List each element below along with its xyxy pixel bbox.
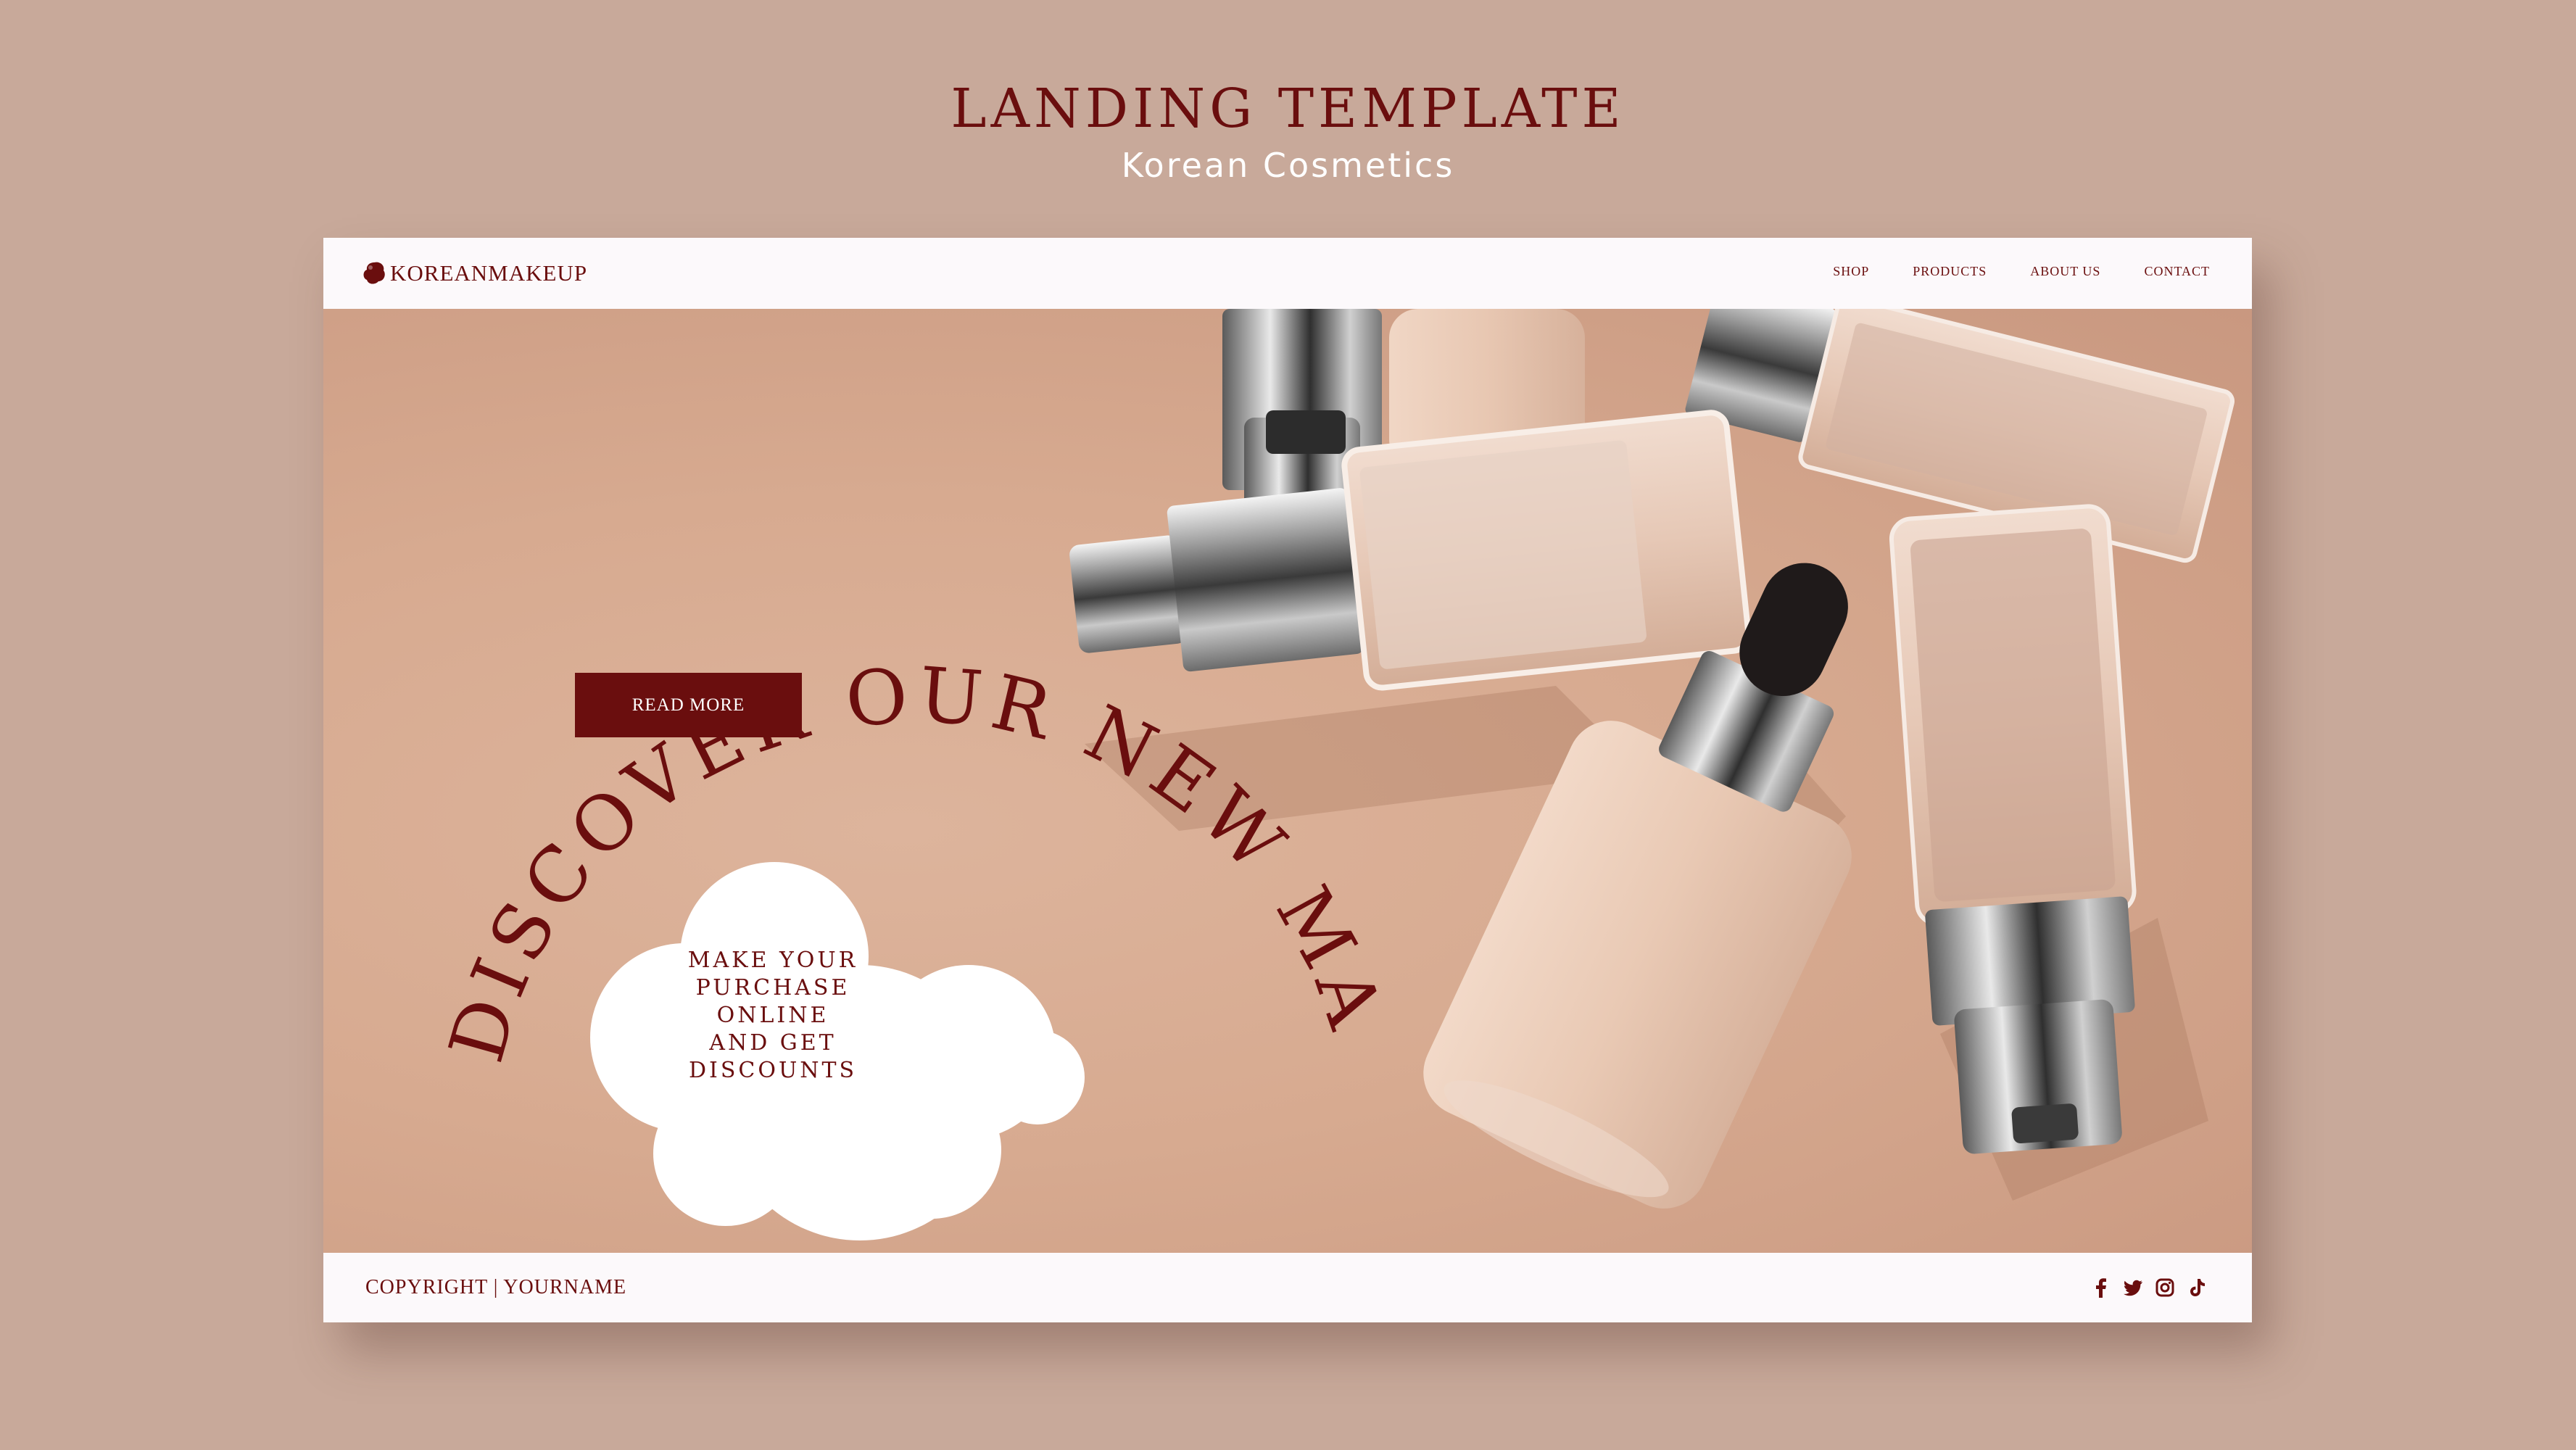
read-more-button[interactable]: READ MORE: [575, 673, 802, 737]
nav-link-products[interactable]: PRODUCTS: [1913, 264, 1987, 279]
copyright-text: COPYRIGHT | YOURNAME: [365, 1276, 627, 1298]
promo-line: AND GET: [709, 1030, 837, 1056]
instagram-icon[interactable]: [2155, 1277, 2175, 1298]
footer: COPYRIGHT | YOURNAME: [323, 1253, 2252, 1322]
nav-link-shop[interactable]: SHOP: [1833, 264, 1869, 279]
blob-logo-icon: [363, 262, 385, 284]
page-heading: LANDING TEMPLATE Korean Cosmetics: [0, 76, 2576, 185]
page-subtitle: Korean Cosmetics: [1121, 146, 1455, 185]
promo-line: DISCOUNTS: [688, 1058, 858, 1083]
page-title: LANDING TEMPLATE: [951, 78, 1625, 140]
top-navbar: KOREANMAKEUP SHOP PRODUCTS ABOUT US CONT…: [323, 238, 2252, 309]
brand-name: KOREANMAKEUP: [390, 260, 588, 286]
nav-link-about-us[interactable]: ABOUT US: [2030, 264, 2100, 279]
bottle-right-upright: [1889, 504, 2137, 1154]
brand-logo[interactable]: KOREANMAKEUP: [363, 260, 587, 286]
hero-section: DISCOVER OUR NEW MAKEUP PRODUCTS READ MO…: [323, 309, 2252, 1253]
promo-line: PURCHASE ONLINE: [695, 975, 850, 1028]
promo-text: MAKE YOUR PURCHASE ONLINE AND GET DISCOU…: [653, 947, 893, 1085]
nav-links: SHOP PRODUCTS ABOUT US CONTACT: [1833, 264, 2210, 279]
facebook-icon[interactable]: [2091, 1277, 2111, 1298]
social-links: [2091, 1277, 2207, 1298]
landing-mockup: KOREANMAKEUP SHOP PRODUCTS ABOUT US CONT…: [323, 238, 2252, 1322]
promo-line: MAKE YOUR: [687, 948, 858, 973]
twitter-icon[interactable]: [2123, 1277, 2143, 1298]
bottle-middle-pump: [1069, 410, 1752, 691]
nav-link-contact[interactable]: CONTACT: [2144, 264, 2210, 279]
tiktok-icon[interactable]: [2187, 1277, 2207, 1298]
hero-artwork: DISCOVER OUR NEW MAKEUP PRODUCTS: [323, 309, 2235, 1240]
